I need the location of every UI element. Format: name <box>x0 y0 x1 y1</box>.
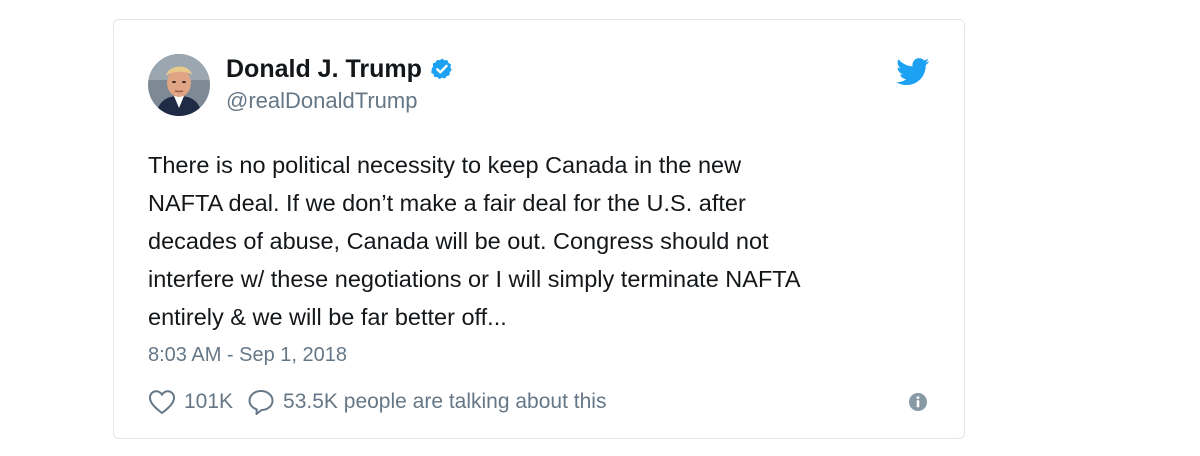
tweet-actions: 101K 53.5K people are talking about this <box>148 388 606 416</box>
author-info: Donald J. Trump @realDonaldTrump <box>226 54 454 116</box>
display-name[interactable]: Donald J. Trump <box>226 54 422 84</box>
avatar-image <box>148 54 210 116</box>
twitter-bird-icon[interactable] <box>896 58 930 86</box>
verified-badge-icon <box>430 58 452 80</box>
speech-bubble-icon <box>248 390 274 415</box>
user-handle[interactable]: @realDonaldTrump <box>226 86 454 116</box>
like-button[interactable]: 101K <box>148 389 233 415</box>
name-row: Donald J. Trump <box>226 54 454 84</box>
tweet-header: Donald J. Trump @realDonaldTrump <box>148 54 454 116</box>
tweet-card[interactable]: Donald J. Trump @realDonaldTrump There i… <box>113 19 965 439</box>
reply-button[interactable]: 53.5K people are talking about this <box>247 388 606 416</box>
avatar[interactable] <box>148 54 210 116</box>
tweet-timestamp[interactable]: 8:03 AM - Sep 1, 2018 <box>148 342 347 368</box>
info-icon[interactable] <box>908 392 928 412</box>
heart-icon <box>148 390 176 415</box>
talking-count: 53.5K people are talking about this <box>283 390 607 413</box>
tweet-text: There is no political necessity to keep … <box>148 152 801 330</box>
like-count: 101K <box>184 390 234 413</box>
